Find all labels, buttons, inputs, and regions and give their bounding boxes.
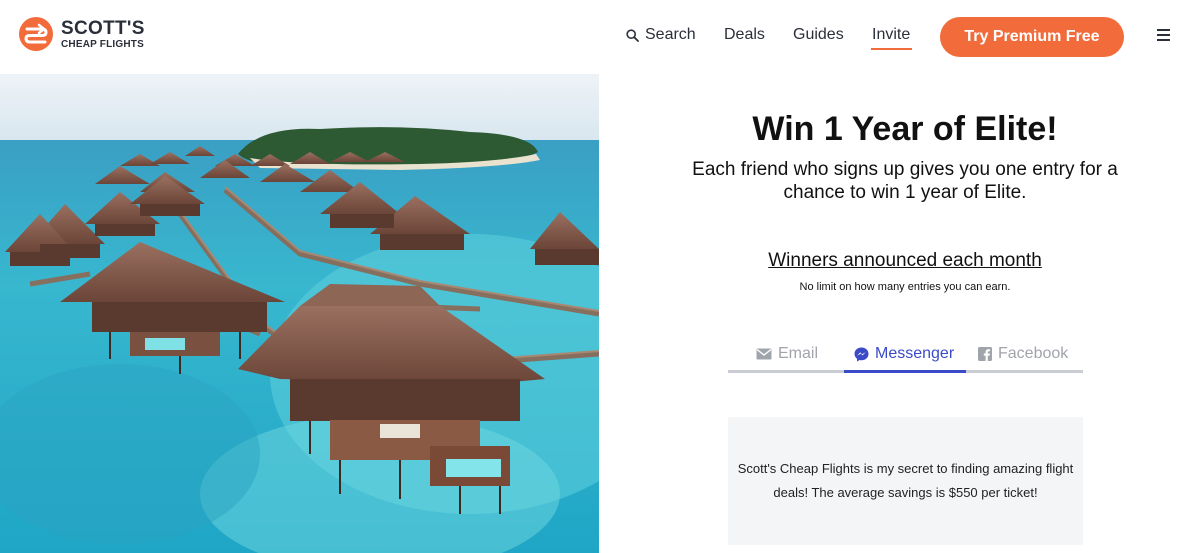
overwater-bungalows-photo xyxy=(0,74,599,553)
nav-invite[interactable]: Invite xyxy=(872,26,910,44)
messenger-icon xyxy=(854,347,869,361)
search-icon xyxy=(626,28,639,42)
share-tabs: Email Messenger Facebook xyxy=(728,339,1083,375)
site-header: SCOTT'S CHEAP FLIGHTS Search Deals Guide… xyxy=(0,0,1199,74)
page-title: Win 1 Year of Elite! xyxy=(752,110,1058,148)
facebook-icon xyxy=(978,347,992,361)
no-limit-note: No limit on how many entries you can ear… xyxy=(799,281,1011,293)
hamburger-icon[interactable] xyxy=(1157,29,1170,42)
envelope-icon xyxy=(756,348,772,360)
winners-link[interactable]: Winners announced each month xyxy=(599,250,1199,272)
logo[interactable]: SCOTT'S CHEAP FLIGHTS xyxy=(18,16,145,52)
invite-panel: Win 1 Year of Elite! Each friend who sig… xyxy=(599,74,1199,553)
tab-email-label: Email xyxy=(778,345,819,362)
page-subtitle: Each friend who signs up gives you one e… xyxy=(692,159,1118,203)
tab-messenger[interactable]: Messenger xyxy=(854,345,954,363)
logo-title: SCOTT'S xyxy=(61,17,145,39)
share-message-text: Scott's Cheap Flights is my secret to fi… xyxy=(737,461,1074,500)
tab-email[interactable]: Email xyxy=(756,345,818,363)
nav-search[interactable]: Search xyxy=(626,26,696,44)
logo-icon xyxy=(19,17,53,51)
active-tab-indicator xyxy=(844,370,966,373)
nav-guides[interactable]: Guides xyxy=(793,26,844,44)
try-premium-button[interactable]: Try Premium Free xyxy=(940,17,1124,57)
nav-search-label: Search xyxy=(645,26,696,43)
tab-messenger-label: Messenger xyxy=(875,345,955,362)
nav-active-underline xyxy=(871,48,912,50)
logo-subtitle: CHEAP FLIGHTS xyxy=(61,38,144,50)
nav-deals[interactable]: Deals xyxy=(724,26,765,44)
share-message-box[interactable]: Scott's Cheap Flights is my secret to fi… xyxy=(728,417,1083,545)
hero-image xyxy=(0,74,599,553)
tab-facebook-label: Facebook xyxy=(998,345,1069,362)
tab-facebook[interactable]: Facebook xyxy=(978,345,1068,363)
